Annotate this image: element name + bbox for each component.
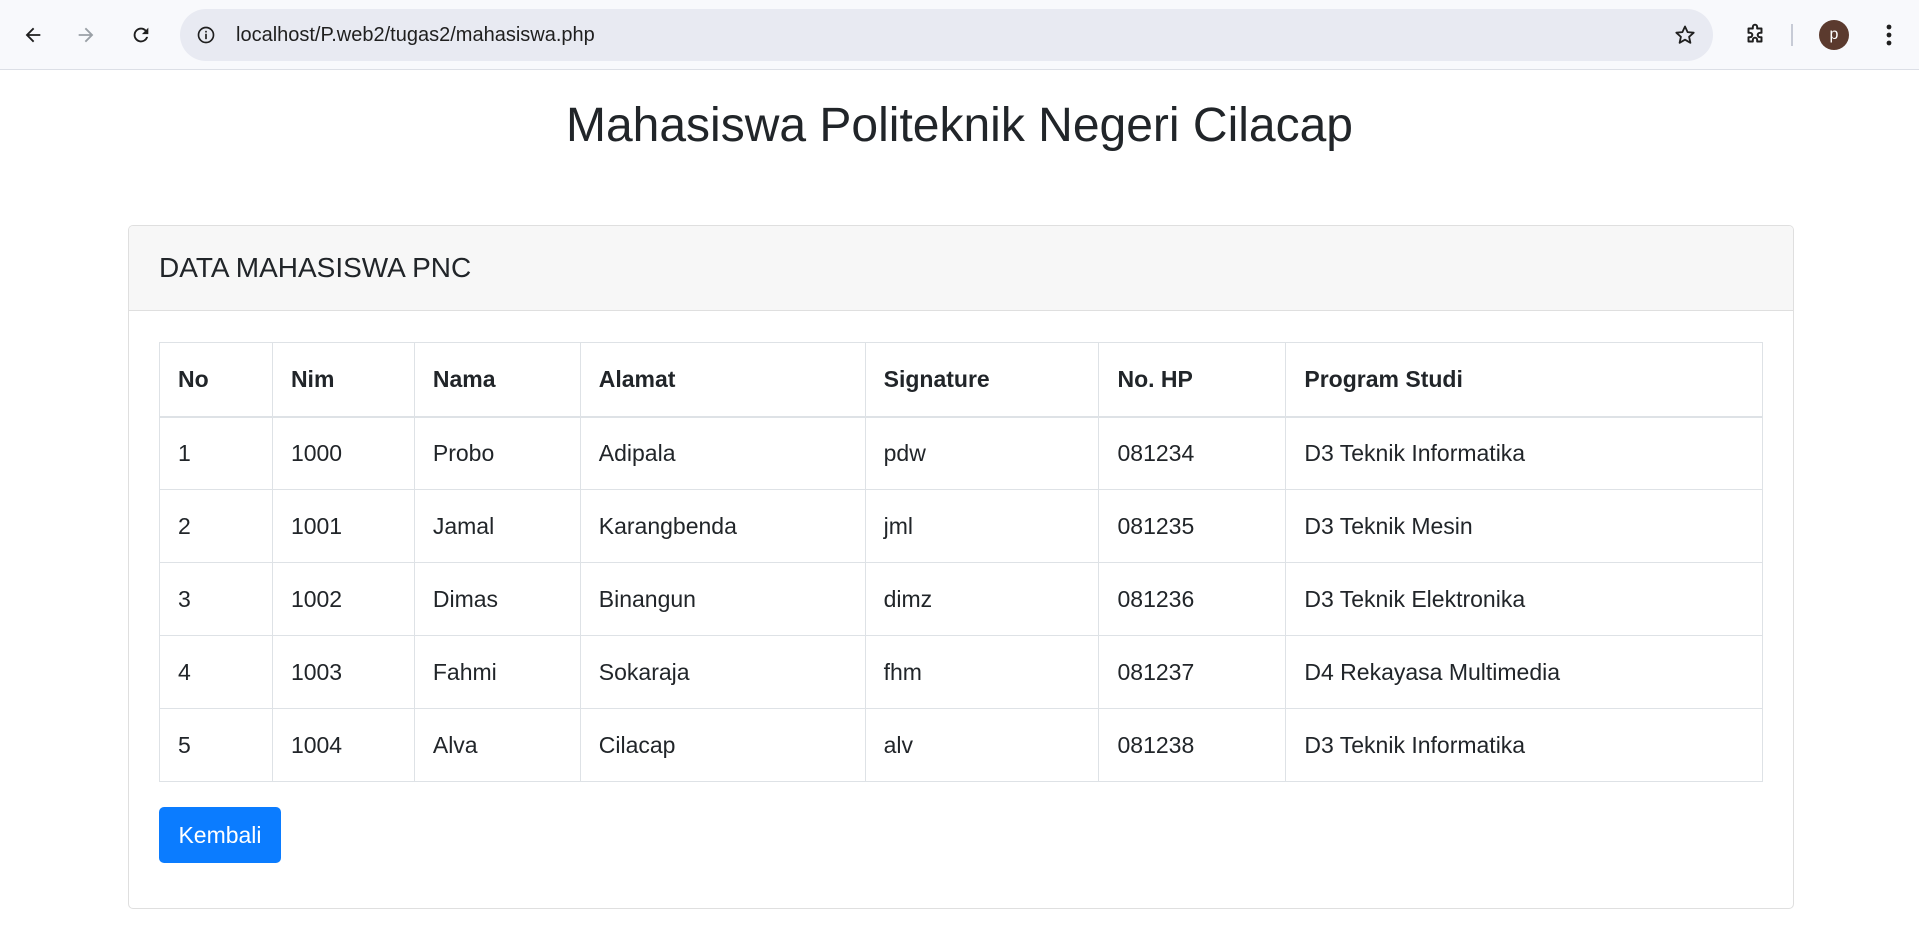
cell-signature: jml <box>864 489 1100 563</box>
browser-toolbar: localhost/P.web2/tugas2/mahasiswa.php p <box>0 0 1919 70</box>
puzzle-icon[interactable] <box>1738 18 1772 52</box>
table-row: 1 1000 Probo Adipala pdw 081234 D3 Tekni… <box>159 416 1763 490</box>
card-title: DATA MAHASISWA PNC <box>159 252 472 283</box>
back-link-button[interactable]: Kembali <box>159 807 281 863</box>
url-text[interactable]: localhost/P.web2/tugas2/mahasiswa.php <box>236 9 595 61</box>
column-header-nim: Nim <box>271 342 415 418</box>
column-header-nama: Nama <box>413 342 581 418</box>
table-header-row: No Nim Nama Alamat Signature No. HP Prog… <box>159 342 1763 418</box>
cell-nama: Dimas <box>413 562 581 636</box>
cell-nama: Fahmi <box>413 635 581 709</box>
cell-alamat: Sokaraja <box>579 635 866 709</box>
cell-alamat: Karangbenda <box>579 489 866 563</box>
table-row: 3 1002 Dimas Binangun dimz 081236 D3 Tek… <box>159 562 1763 636</box>
cell-program-studi: D3 Teknik Informatika <box>1285 416 1763 490</box>
cell-nim: 1003 <box>271 635 415 709</box>
cell-no: 4 <box>159 635 273 709</box>
cell-nim: 1002 <box>271 562 415 636</box>
cell-no: 1 <box>159 416 273 490</box>
cell-no-hp: 081236 <box>1098 562 1287 636</box>
column-header-signature: Signature <box>864 342 1100 418</box>
table-row: 5 1004 Alva Cilacap alv 081238 D3 Teknik… <box>159 708 1763 782</box>
address-bar[interactable]: localhost/P.web2/tugas2/mahasiswa.php <box>180 9 1713 61</box>
cell-nama: Jamal <box>413 489 581 563</box>
table-row: 2 1001 Jamal Karangbenda jml 081235 D3 T… <box>159 489 1763 563</box>
back-button[interactable] <box>14 16 52 54</box>
cell-alamat: Binangun <box>579 562 866 636</box>
toolbar-divider <box>1791 24 1793 46</box>
table-row: 4 1003 Fahmi Sokaraja fhm 081237 D4 Reka… <box>159 635 1763 709</box>
cell-nim: 1000 <box>271 416 415 490</box>
cell-program-studi: D4 Rekayasa Multimedia <box>1285 635 1763 709</box>
forward-button[interactable] <box>67 16 105 54</box>
cell-alamat: Adipala <box>579 416 866 490</box>
cell-no: 2 <box>159 489 273 563</box>
cell-nama: Probo <box>413 416 581 490</box>
cell-nama: Alva <box>413 708 581 782</box>
column-header-no-hp: No. HP <box>1098 342 1287 418</box>
cell-signature: dimz <box>864 562 1100 636</box>
kebab-menu-icon[interactable] <box>1872 18 1906 52</box>
forward-arrow-icon <box>78 27 94 43</box>
cell-program-studi: D3 Teknik Informatika <box>1285 708 1763 782</box>
cell-alamat: Cilacap <box>579 708 866 782</box>
page-title: Mahasiswa Politeknik Negeri Cilacap <box>565 99 1353 152</box>
avatar[interactable]: p <box>1819 20 1849 50</box>
column-header-program-studi: Program Studi <box>1285 342 1763 418</box>
cell-no-hp: 081237 <box>1098 635 1287 709</box>
reload-icon <box>133 27 149 43</box>
cell-no-hp: 081238 <box>1098 708 1287 782</box>
cell-no-hp: 081234 <box>1098 416 1287 490</box>
student-table: No Nim Nama Alamat Signature No. HP Prog… <box>159 342 1763 782</box>
site-info-icon[interactable] <box>194 23 218 47</box>
cell-no: 5 <box>159 708 273 782</box>
cell-signature: pdw <box>864 416 1100 490</box>
card-header: DATA MAHASISWA PNC <box>129 226 1793 311</box>
cell-program-studi: D3 Teknik Elektronika <box>1285 562 1763 636</box>
cell-nim: 1001 <box>271 489 415 563</box>
reload-button[interactable] <box>122 16 160 54</box>
cell-no: 3 <box>159 562 273 636</box>
column-header-alamat: Alamat <box>579 342 866 418</box>
star-icon[interactable] <box>1671 21 1699 49</box>
column-header-no: No <box>159 342 273 418</box>
cell-nim: 1004 <box>271 708 415 782</box>
data-card: DATA MAHASISWA PNC No Nim Nama Alamat Si… <box>128 225 1794 909</box>
cell-signature: alv <box>864 708 1100 782</box>
cell-program-studi: D3 Teknik Mesin <box>1285 489 1763 563</box>
cell-signature: fhm <box>864 635 1100 709</box>
cell-no-hp: 081235 <box>1098 489 1287 563</box>
back-arrow-icon <box>25 27 41 43</box>
